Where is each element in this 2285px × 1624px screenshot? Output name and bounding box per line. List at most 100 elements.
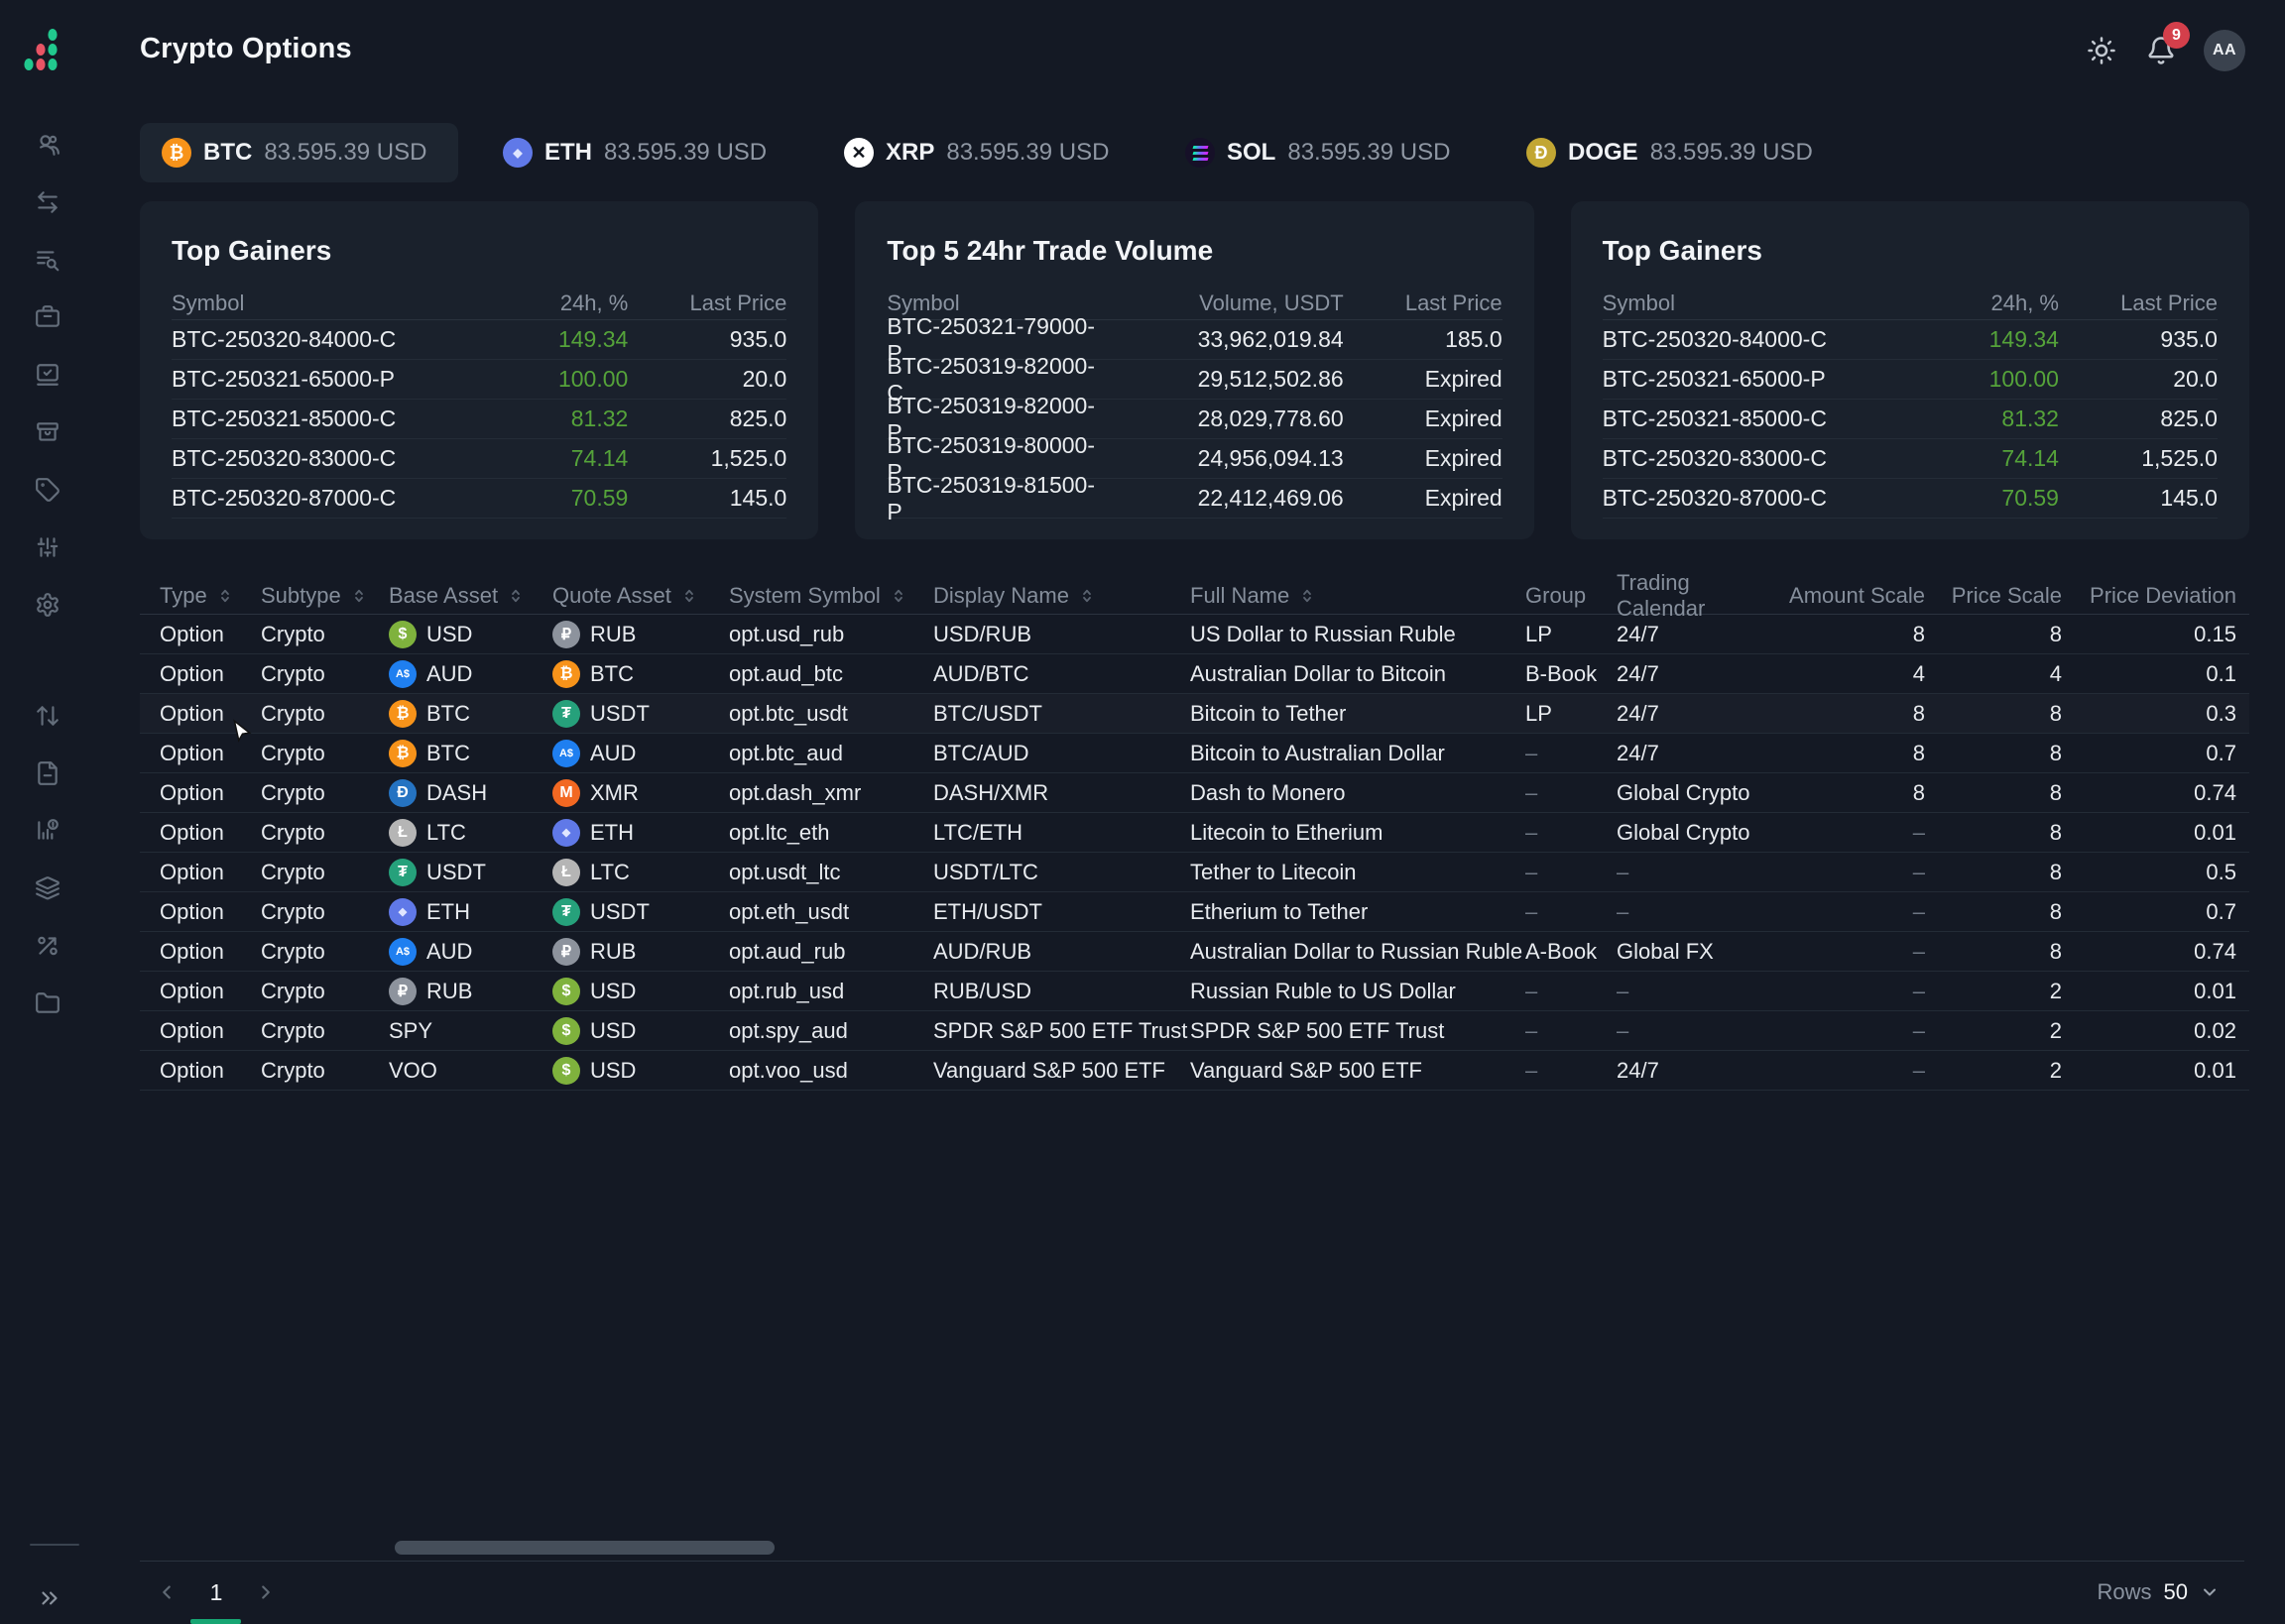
users-icon <box>35 132 60 158</box>
table-row[interactable]: OptionCryptoA$AUD₽RUBopt.aud_rubAUD/RUBA… <box>140 932 2249 972</box>
cell-base-asset: A$AUD <box>389 938 552 966</box>
card-row-last-price: 935.0 <box>2059 326 2218 353</box>
ticker-chip-sol[interactable]: SOL83.595.39 USD <box>1163 123 1482 182</box>
sidebar-item-chart-alert[interactable] <box>35 818 60 844</box>
cell-type: Option <box>160 860 261 885</box>
briefcase-icon <box>35 304 60 330</box>
sidebar-item-percent[interactable] <box>35 933 60 959</box>
sol-bars-icon <box>1193 146 1208 161</box>
cell-full-name: Australian Dollar to Bitcoin <box>1190 661 1525 687</box>
card-table-row: BTC-250321-65000-P100.0020.0 <box>172 360 786 400</box>
column-header-system-symbol[interactable]: System Symbol <box>729 583 933 609</box>
rows-label: Rows <box>2098 1579 2152 1605</box>
cell-group: – <box>1525 820 1617 846</box>
card-row-value: 28,029,778.60 <box>1106 406 1344 432</box>
card-row-symbol: BTC-250320-83000-C <box>1603 445 1925 472</box>
sidebar-item-arrows-up-down[interactable] <box>35 703 60 729</box>
cell-amount-scale: – <box>1775 860 1925 885</box>
sidebar-item-monitor-check[interactable] <box>35 362 60 388</box>
ticker-chip-btc[interactable]: ₿BTC83.595.39 USD <box>140 123 458 182</box>
card-col-symbol: Symbol <box>172 290 494 316</box>
table-row[interactable]: OptionCryptoSPY$USDopt.spy_audSPDR S&P 5… <box>140 1011 2249 1051</box>
prev-page-button[interactable] <box>149 1574 184 1610</box>
ticker-chip-eth[interactable]: ◆ETH83.595.39 USD <box>481 123 799 182</box>
rub-coin-icon: ₽ <box>552 621 580 648</box>
cell-full-name: US Dollar to Russian Ruble <box>1190 622 1525 647</box>
instruments-table: TypeSubtypeBase AssetQuote AssetSystem S… <box>140 578 2249 1091</box>
card-row-value: 33,962,019.84 <box>1106 326 1344 353</box>
column-header-group: Group <box>1525 583 1617 609</box>
sidebar-item-transfer[interactable] <box>35 189 60 215</box>
table-row[interactable]: OptionCryptoVOO$USDopt.voo_usdVanguard S… <box>140 1051 2249 1091</box>
cell-trading-calendar: – <box>1617 899 1775 925</box>
column-header-type[interactable]: Type <box>160 583 261 609</box>
sidebar-item-document[interactable] <box>35 760 60 786</box>
table-row[interactable]: OptionCrypto◆ETH₮USDTopt.eth_usdtETH/USD… <box>140 892 2249 932</box>
cell-price-scale: 8 <box>1925 899 2062 925</box>
card-col-last-price: Last Price <box>1344 290 1503 316</box>
rows-per-page-select[interactable]: Rows 50 <box>2098 1574 2221 1610</box>
column-header-subtype[interactable]: Subtype <box>261 583 389 609</box>
notifications-button[interactable]: 9 <box>2144 34 2178 67</box>
card-row-last-price: 20.0 <box>628 366 786 393</box>
card-row-last-price: Expired <box>1344 485 1503 512</box>
theme-toggle-button[interactable] <box>2085 34 2118 67</box>
horizontal-scrollbar[interactable] <box>395 1541 775 1555</box>
table-row[interactable]: OptionCrypto₿BTCA$AUDopt.btc_audBTC/AUDB… <box>140 734 2249 773</box>
table-row[interactable]: OptionCryptoÐDASHMXMRopt.dash_xmrDASH/XM… <box>140 773 2249 813</box>
cell-display-name: USD/RUB <box>933 622 1190 647</box>
table-row[interactable]: OptionCrypto₽RUB$USDopt.rub_usdRUB/USDRu… <box>140 972 2249 1011</box>
column-header-display-name[interactable]: Display Name <box>933 583 1190 609</box>
sidebar-item-folder[interactable] <box>35 990 60 1016</box>
column-header-full-name[interactable]: Full Name <box>1190 583 1525 609</box>
cell-full-name: Dash to Monero <box>1190 780 1525 806</box>
cell-full-name: Etherium to Tether <box>1190 899 1525 925</box>
eth-coin-icon: ◆ <box>503 138 533 168</box>
sort-icon <box>507 587 525 605</box>
gear-icon <box>35 592 60 618</box>
cell-subtype: Crypto <box>261 622 389 647</box>
cell-group: LP <box>1525 622 1617 647</box>
table-row[interactable]: OptionCrypto$USD₽RUBopt.usd_rubUSD/RUBUS… <box>140 615 2249 654</box>
sidebar <box>0 0 95 1624</box>
cell-system-symbol: opt.btc_aud <box>729 741 933 766</box>
next-page-button[interactable] <box>248 1574 284 1610</box>
cell-group: LP <box>1525 701 1617 727</box>
sidebar-item-briefcase[interactable] <box>35 304 60 330</box>
table-row[interactable]: OptionCrypto₮USDTŁLTCopt.usdt_ltcUSDT/LT… <box>140 853 2249 892</box>
cell-subtype: Crypto <box>261 701 389 727</box>
cell-quote-asset: ◆ETH <box>552 819 729 847</box>
doge-coin-icon: Ð <box>1526 138 1556 168</box>
page-number[interactable]: 1 <box>198 1574 234 1610</box>
cell-price-scale: 8 <box>1925 622 2062 647</box>
table-row[interactable]: OptionCryptoŁLTC◆ETHopt.ltc_ethLTC/ETHLi… <box>140 813 2249 853</box>
sidebar-item-gear[interactable] <box>35 592 60 618</box>
cell-type: Option <box>160 661 261 687</box>
cell-system-symbol: opt.aud_btc <box>729 661 933 687</box>
sidebar-item-sliders[interactable] <box>35 534 60 560</box>
card-row-value: 29,512,502.86 <box>1106 366 1344 393</box>
sidebar-item-layers[interactable] <box>35 875 60 901</box>
cell-display-name: AUD/BTC <box>933 661 1190 687</box>
ticker-chip-xrp[interactable]: ✕XRP83.595.39 USD <box>822 123 1141 182</box>
sidebar-expand-button[interactable] <box>34 1582 65 1614</box>
sidebar-item-users[interactable] <box>35 132 60 158</box>
cell-display-name: USDT/LTC <box>933 860 1190 885</box>
table-row[interactable]: OptionCryptoA$AUD₿BTCopt.aud_btcAUD/BTCA… <box>140 654 2249 694</box>
column-header-quote-asset[interactable]: Quote Asset <box>552 583 729 609</box>
cell-system-symbol: opt.btc_usdt <box>729 701 933 727</box>
sidebar-item-tag[interactable] <box>35 477 60 503</box>
card-title: Top Gainers <box>172 235 786 267</box>
table-row[interactable]: OptionCrypto₿BTC₮USDTopt.btc_usdtBTC/USD… <box>140 694 2249 734</box>
cell-quote-asset: $USD <box>552 1017 729 1045</box>
column-header-base-asset[interactable]: Base Asset <box>389 583 552 609</box>
cell-type: Option <box>160 939 261 965</box>
cell-quote-asset: $USD <box>552 978 729 1005</box>
cell-price-deviation: 0.7 <box>2062 899 2236 925</box>
cell-base-asset: ÐDASH <box>389 779 552 807</box>
sidebar-item-archive[interactable] <box>35 419 60 445</box>
avatar[interactable]: AA <box>2204 30 2245 71</box>
cell-system-symbol: opt.aud_rub <box>729 939 933 965</box>
sidebar-item-list-search[interactable] <box>35 247 60 273</box>
ticker-chip-doge[interactable]: ÐDOGE83.595.39 USD <box>1504 123 1823 182</box>
